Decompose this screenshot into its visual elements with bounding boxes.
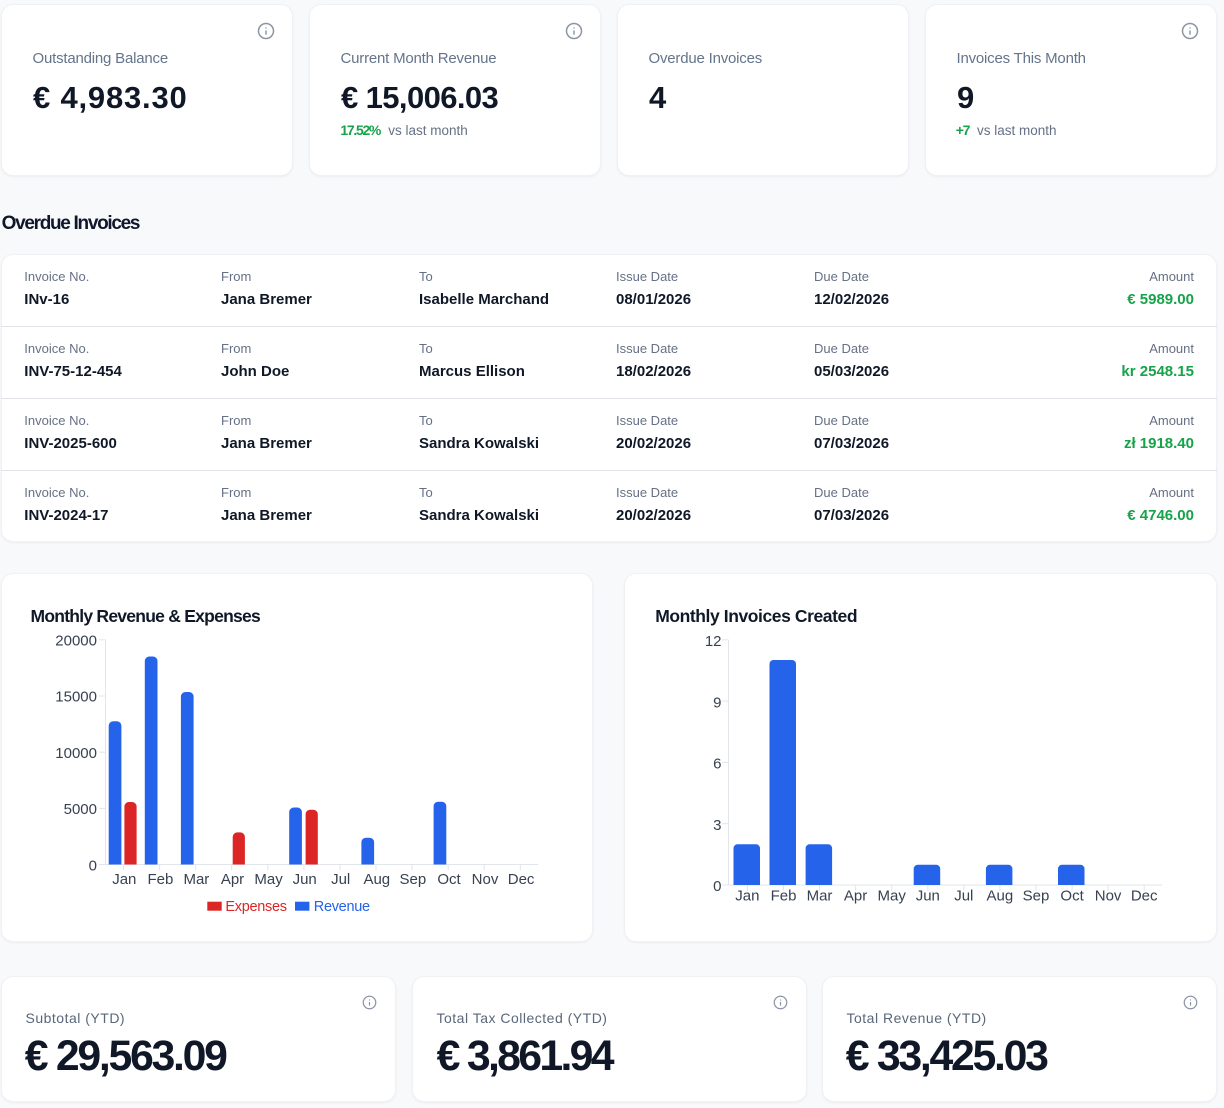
svg-text:Mar: Mar xyxy=(183,871,209,888)
svg-text:Aug: Aug xyxy=(363,871,390,888)
svg-text:Aug: Aug xyxy=(987,888,1014,905)
svg-text:Oct: Oct xyxy=(437,871,461,888)
svg-text:May: May xyxy=(878,888,907,905)
svg-text:Feb: Feb xyxy=(771,888,797,905)
svg-text:Jun: Jun xyxy=(916,888,940,905)
svg-text:Oct: Oct xyxy=(1060,888,1084,905)
svg-text:20000: 20000 xyxy=(55,633,97,650)
svg-text:Jul: Jul xyxy=(331,871,350,888)
svg-text:Apr: Apr xyxy=(221,871,244,888)
svg-text:Dec: Dec xyxy=(1131,888,1158,905)
svg-text:10000: 10000 xyxy=(55,745,97,762)
svg-text:Sep: Sep xyxy=(400,871,427,888)
svg-text:12: 12 xyxy=(705,633,722,650)
svg-text:9: 9 xyxy=(713,694,721,711)
svg-text:Jul: Jul xyxy=(954,888,973,905)
svg-text:0: 0 xyxy=(89,857,97,874)
svg-text:Dec: Dec xyxy=(508,871,535,888)
svg-text:3: 3 xyxy=(713,817,721,834)
svg-text:May: May xyxy=(254,871,283,888)
svg-text:Sep: Sep xyxy=(1023,888,1050,905)
svg-text:Revenue: Revenue xyxy=(314,899,370,915)
svg-text:6: 6 xyxy=(713,756,721,773)
svg-text:5000: 5000 xyxy=(64,801,97,818)
svg-text:Jun: Jun xyxy=(293,871,317,888)
svg-text:Mar: Mar xyxy=(807,888,833,905)
svg-text:15000: 15000 xyxy=(55,689,97,706)
svg-text:Jan: Jan xyxy=(112,871,136,888)
svg-text:Jan: Jan xyxy=(735,888,759,905)
svg-text:0: 0 xyxy=(713,878,721,895)
svg-text:Apr: Apr xyxy=(844,888,867,905)
svg-text:Nov: Nov xyxy=(1095,888,1122,905)
svg-text:Feb: Feb xyxy=(147,871,173,888)
svg-text:Expenses: Expenses xyxy=(225,899,286,915)
svg-text:Nov: Nov xyxy=(472,871,499,888)
